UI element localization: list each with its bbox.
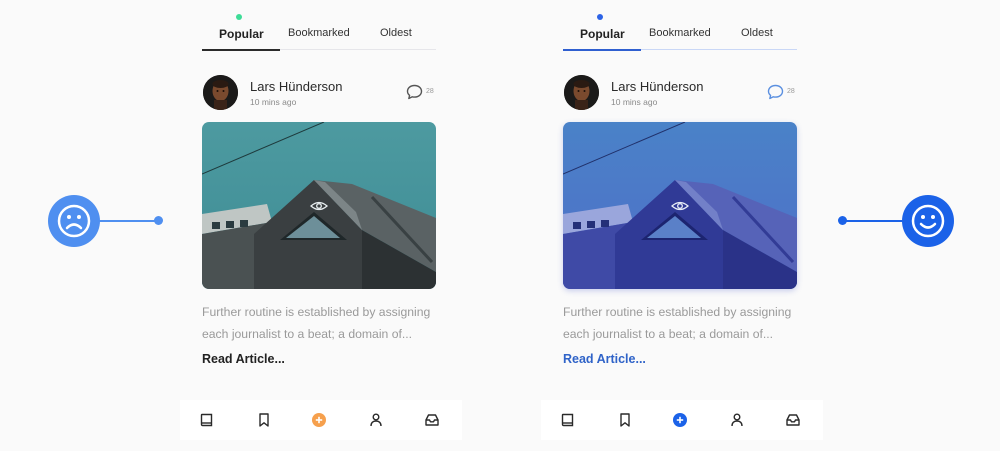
article-panel-improved: Popular Bookmarked Oldest Lars Hünderson…	[541, 0, 823, 451]
comment-icon[interactable]	[767, 84, 784, 100]
article-image[interactable]	[563, 122, 797, 289]
add-icon[interactable]	[672, 412, 688, 428]
tab-bar: Popular Bookmarked Oldest	[563, 14, 797, 51]
happy-connector-line	[842, 220, 904, 222]
excerpt-line-1: Further routine is established by assign…	[563, 305, 792, 319]
comment-icon[interactable]	[406, 84, 423, 100]
read-article-link[interactable]: Read Article...	[563, 352, 646, 366]
tab-popular[interactable]: Popular	[219, 27, 264, 41]
sad-connector-dot	[154, 216, 163, 225]
profile-icon[interactable]	[368, 412, 384, 428]
active-tab-underline	[563, 49, 641, 51]
author-name[interactable]: Lars Hünderson	[611, 79, 704, 94]
active-tab-dot	[236, 14, 242, 20]
inbox-icon[interactable]	[785, 412, 801, 428]
tab-bookmarked[interactable]: Bookmarked	[649, 27, 711, 39]
tab-bar: Popular Bookmarked Oldest	[202, 14, 436, 51]
comment-count: 28	[426, 88, 434, 95]
bookmark-icon[interactable]	[617, 412, 633, 428]
book-icon[interactable]	[199, 412, 215, 428]
profile-icon[interactable]	[729, 412, 745, 428]
sad-connector-line	[98, 220, 158, 222]
bookmark-icon[interactable]	[256, 412, 272, 428]
author-name[interactable]: Lars Hünderson	[250, 79, 343, 94]
excerpt-line-1: Further routine is established by assign…	[202, 305, 431, 319]
inbox-icon[interactable]	[424, 412, 440, 428]
excerpt-line-2: each journalist to a beat; a domain of..…	[202, 327, 413, 341]
bottom-nav	[541, 400, 823, 440]
post-timestamp: 10 mins ago	[250, 97, 297, 107]
article-image[interactable]	[202, 122, 436, 289]
add-icon[interactable]	[311, 412, 327, 428]
post-timestamp: 10 mins ago	[611, 97, 658, 107]
book-icon[interactable]	[560, 412, 576, 428]
avatar[interactable]	[564, 75, 599, 110]
active-tab-dot	[597, 14, 603, 20]
eye-icon	[671, 200, 689, 212]
avatar[interactable]	[203, 75, 238, 110]
tab-bookmarked[interactable]: Bookmarked	[288, 27, 350, 39]
tab-oldest[interactable]: Oldest	[380, 27, 412, 39]
comment-count: 28	[787, 88, 795, 95]
article-panel-default: Popular Bookmarked Oldest Lars Hünderson…	[180, 0, 462, 451]
happy-face-icon	[902, 195, 954, 247]
tab-popular[interactable]: Popular	[580, 27, 625, 41]
article-excerpt: Further routine is established by assign…	[202, 301, 442, 345]
active-tab-underline	[202, 49, 280, 51]
read-article-link[interactable]: Read Article...	[202, 352, 285, 366]
eye-icon	[310, 200, 328, 212]
bottom-nav	[180, 400, 462, 440]
article-excerpt: Further routine is established by assign…	[563, 301, 803, 345]
tab-oldest[interactable]: Oldest	[741, 27, 773, 39]
excerpt-line-2: each journalist to a beat; a domain of..…	[563, 327, 774, 341]
sad-face-icon	[48, 195, 100, 247]
